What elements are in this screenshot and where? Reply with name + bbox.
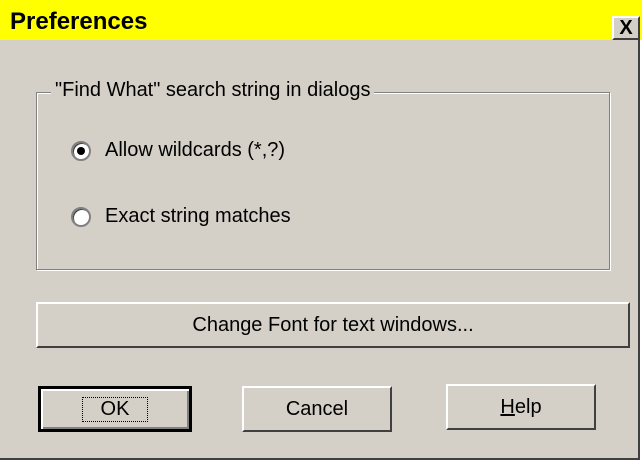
change-font-label: Change Font for text windows... — [192, 313, 474, 336]
radio-icon[interactable] — [71, 206, 91, 227]
help-button[interactable]: Help — [446, 384, 596, 430]
radio-icon[interactable] — [71, 140, 91, 161]
help-label-rest: elp — [514, 395, 542, 418]
dialog-title: Preferences — [10, 8, 148, 35]
radio-exact-matches[interactable]: Exact string matches — [71, 205, 291, 228]
groupbox-legend: "Find What" search string in dialogs — [51, 79, 375, 102]
ok-label: OK — [81, 396, 149, 422]
preferences-dialog: Preferences X "Find What" search string … — [0, 0, 642, 460]
cancel-button[interactable]: Cancel — [242, 386, 392, 432]
help-mnemonic: H — [500, 395, 515, 418]
radio-allow-wildcards[interactable]: Allow wildcards (*,?) — [71, 139, 285, 162]
help-label: Help — [500, 396, 541, 419]
cancel-label: Cancel — [285, 397, 349, 420]
title-bar: Preferences X — [0, 0, 642, 40]
find-what-groupbox: "Find What" search string in dialogs All… — [36, 79, 610, 270]
radio-checked-dot — [77, 146, 85, 155]
close-icon: X — [619, 17, 633, 39]
ok-button[interactable]: OK — [38, 386, 192, 432]
change-font-button[interactable]: Change Font for text windows... — [36, 302, 630, 348]
radio-label-exact-matches: Exact string matches — [105, 205, 291, 227]
close-button[interactable]: X — [612, 16, 640, 40]
radio-label-allow-wildcards: Allow wildcards (*,?) — [105, 139, 286, 161]
